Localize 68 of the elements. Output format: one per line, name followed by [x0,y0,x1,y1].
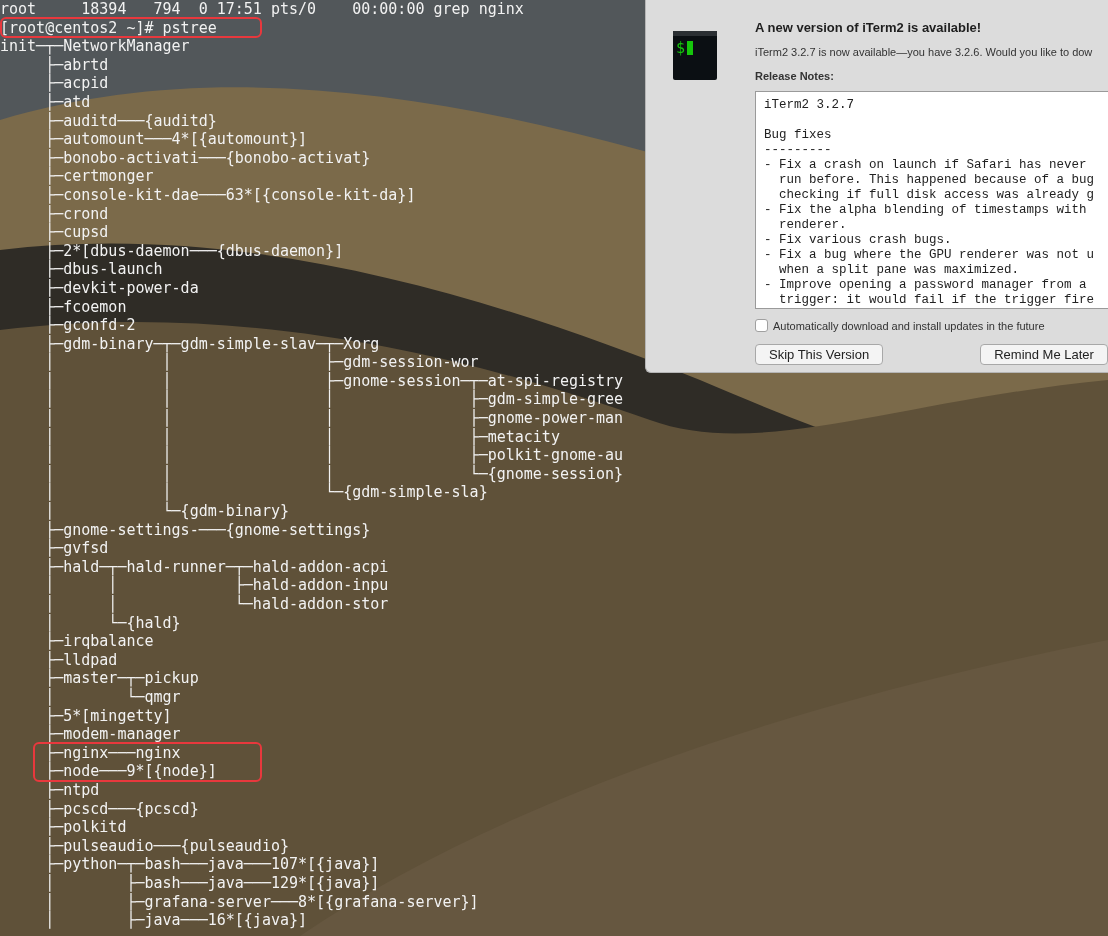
terminal-line: ├─dbus-launch [44,260,163,279]
release-note-line: - Fix various crash bugs. [764,232,952,248]
terminal-line: ├─abrtd [45,55,109,75]
terminal-line: init─┬─NetworkManager [0,37,190,56]
terminal-line: ├─certmonger [44,167,154,186]
terminal-line: ├─modem-manager [44,725,181,744]
terminal-line: ├─devkit-power-da [44,278,199,297]
release-note-line: renderer. [778,217,847,233]
release-note-line: - Improve opening a password manager from a [764,277,1087,293]
terminal-line: │ ├─bash───java───129*[{java}] [44,873,380,892]
release-note-line: when a split pane was maximized. [778,262,1020,278]
dialog-message: iTerm2 3.2.7 is now available—you have 3.2.6. Would you like to dow [755,44,1094,60]
terminal-line: ├─gnome-settings-───{gnome-settings} [44,520,371,540]
terminal-line: ├─auditd───{auditd} [44,111,217,131]
terminal-line: ├─cupsd [44,223,109,242]
dialog-title: A new version of iTerm2 is available! [755,19,983,37]
terminal-line: ├─irqbalance [44,632,154,651]
terminal-line: ├─master─┬─pickup [44,669,199,688]
terminal-app-icon: $ [673,31,717,80]
terminal-line: ├─bonobo-activati───{bonobo-activat} [44,148,371,168]
terminal-line: │ │ │ ├─polkit-gnome-au [44,446,624,465]
release-notes-label: Release Notes: [755,69,835,84]
terminal-line: [root@centos2 ~]# pstree [0,18,217,38]
release-note-line: --------- [764,142,832,158]
release-note-line: iTerm2 3.2.7 [764,97,854,113]
terminal-line: │ │ └─hald-addon-stor [44,595,389,614]
terminal-line: ├─pcscd───{pcscd} [44,799,199,819]
terminal-line: │ └─{hald} [44,613,181,633]
terminal-line: ├─lldpad [44,650,118,670]
terminal-line: ├─pulseaudio───{pulseaudio} [44,836,289,856]
auto-update-label: Automatically download and install updates in the future [773,318,1045,334]
terminal-line: root 18394 794 0 17:51 pts/0 00:00:00 grep nginx [0,0,524,19]
terminal-line: ├─python─┬─bash───java───107*[{java}] [44,855,380,874]
terminal-line: ├─crond [44,204,109,224]
auto-update-checkbox[interactable] [755,319,768,333]
terminal-line: │ └─{gdm-binary} [44,502,289,521]
terminal-line: ├─gdm-binary─┬─gdm-simple-slav─┬─Xorg [44,334,380,354]
terminal-line: │ │ ├─hald-addon-inpu [44,576,389,595]
terminal-line: ├─2*[dbus-daemon───{dbus-daemon}] [44,241,344,261]
terminal-line: ├─polkitd [44,818,127,837]
terminal-line: │ │ │ ├─metacity [44,427,560,447]
terminal-line: ├─node───9*[{node}] [44,762,217,781]
terminal-line: ├─ntpd [44,780,100,799]
terminal-line: ├─gconfd-2 [44,316,136,335]
dialog-button[interactable]: Remind Me Later [980,344,1108,365]
dialog-button[interactable]: Skip This Version [755,344,884,365]
release-note-line: trigger: it would fail if the trigger fire [778,292,1095,308]
terminal-line: ├─nginx───nginx [44,743,181,763]
terminal-line: │ ├─java───16*[{java}] [44,911,308,930]
release-note-line: - Fix a crash on launch if Safari has never [764,157,1087,173]
release-note-line: checking if full disk access was already g [778,187,1095,203]
terminal-line: │ │ │ ├─gnome-power-man [44,409,624,428]
release-note-line: - Fix a bug where the GPU renderer was not u [764,247,1095,263]
terminal-line: │ └─qmgr [44,687,181,706]
terminal-line: │ │ └─{gdm-simple-sla} [44,483,488,503]
terminal-line: │ │ ├─gdm-session-wor [44,353,479,372]
release-note-line: - Fix the alpha blending of timestamps with [764,202,1087,218]
terminal-line: ├─atd [44,92,91,111]
release-note-line: run before. This happened because of a bug [778,172,1095,188]
terminal-line: ├─5*[mingetty] [44,706,172,726]
terminal-line: ├─automount───4*[{automount}] [44,130,308,149]
release-note-line: Bug fixes [764,127,832,143]
terminal-line: ├─console-kit-dae───63*[{console-kit-da}] [44,185,416,204]
terminal-line: ├─gvfsd [44,539,109,558]
terminal-line: ├─acpid [44,74,109,93]
terminal-line: │ │ ├─gnome-session─┬─at-spi-registry [44,371,624,391]
terminal-line: ├─hald─┬─hald-runner─┬─hald-addon-acpi [44,557,389,577]
terminal-line: │ │ │ └─{gnome-session} [44,464,624,484]
